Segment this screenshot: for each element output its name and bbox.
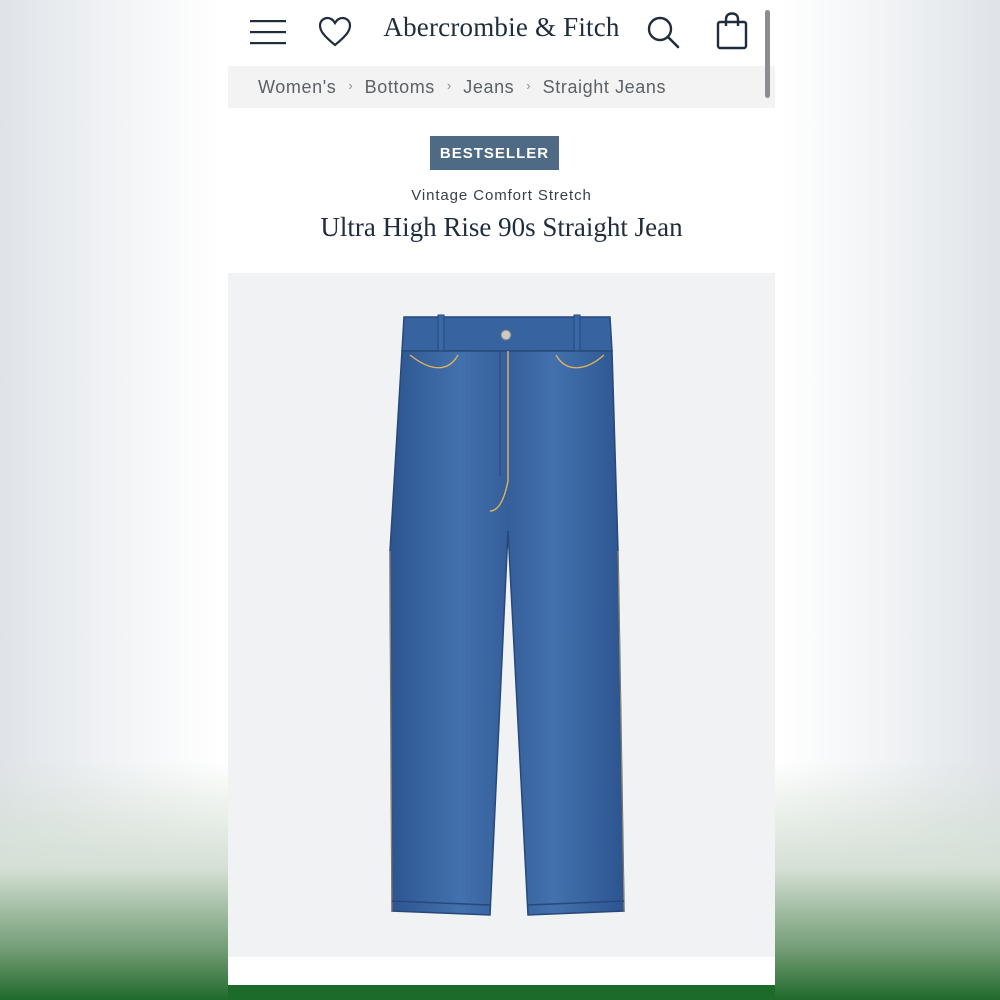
breadcrumb-jeans[interactable]: Jeans [463,77,514,98]
product-info: BESTSELLER Vintage Comfort Stretch Ultra… [228,108,775,273]
site-header: Abercrombie & Fitch [228,0,775,66]
product-subtitle: Vintage Comfort Stretch [411,187,592,204]
product-photo[interactable] [228,273,775,957]
green-footer-bar [228,985,775,1000]
bag-icon[interactable] [716,12,748,50]
chevron-right-icon: › [526,77,531,93]
scrollbar[interactable] [765,10,770,98]
bestseller-badge: BESTSELLER [430,136,559,170]
product-title: Ultra High Rise 90s Straight Jean [320,212,683,242]
breadcrumb-straight-jeans[interactable]: Straight Jeans [543,77,666,98]
breadcrumb-womens[interactable]: Women's [258,77,336,98]
chevron-right-icon: › [446,77,452,93]
chevron-right-icon: › [348,77,353,93]
breadcrumb: Women's › Bottoms › Jeans › Straight Jea… [228,66,775,108]
brand-logo[interactable]: Abercrombie & Fitch [228,12,775,43]
breadcrumb-bottoms[interactable]: Bottoms [365,77,435,98]
search-icon[interactable] [646,15,680,49]
jeans-image [389,314,625,916]
mobile-page: Abercrombie & Fitch Women's › Bottoms › … [228,0,775,1000]
